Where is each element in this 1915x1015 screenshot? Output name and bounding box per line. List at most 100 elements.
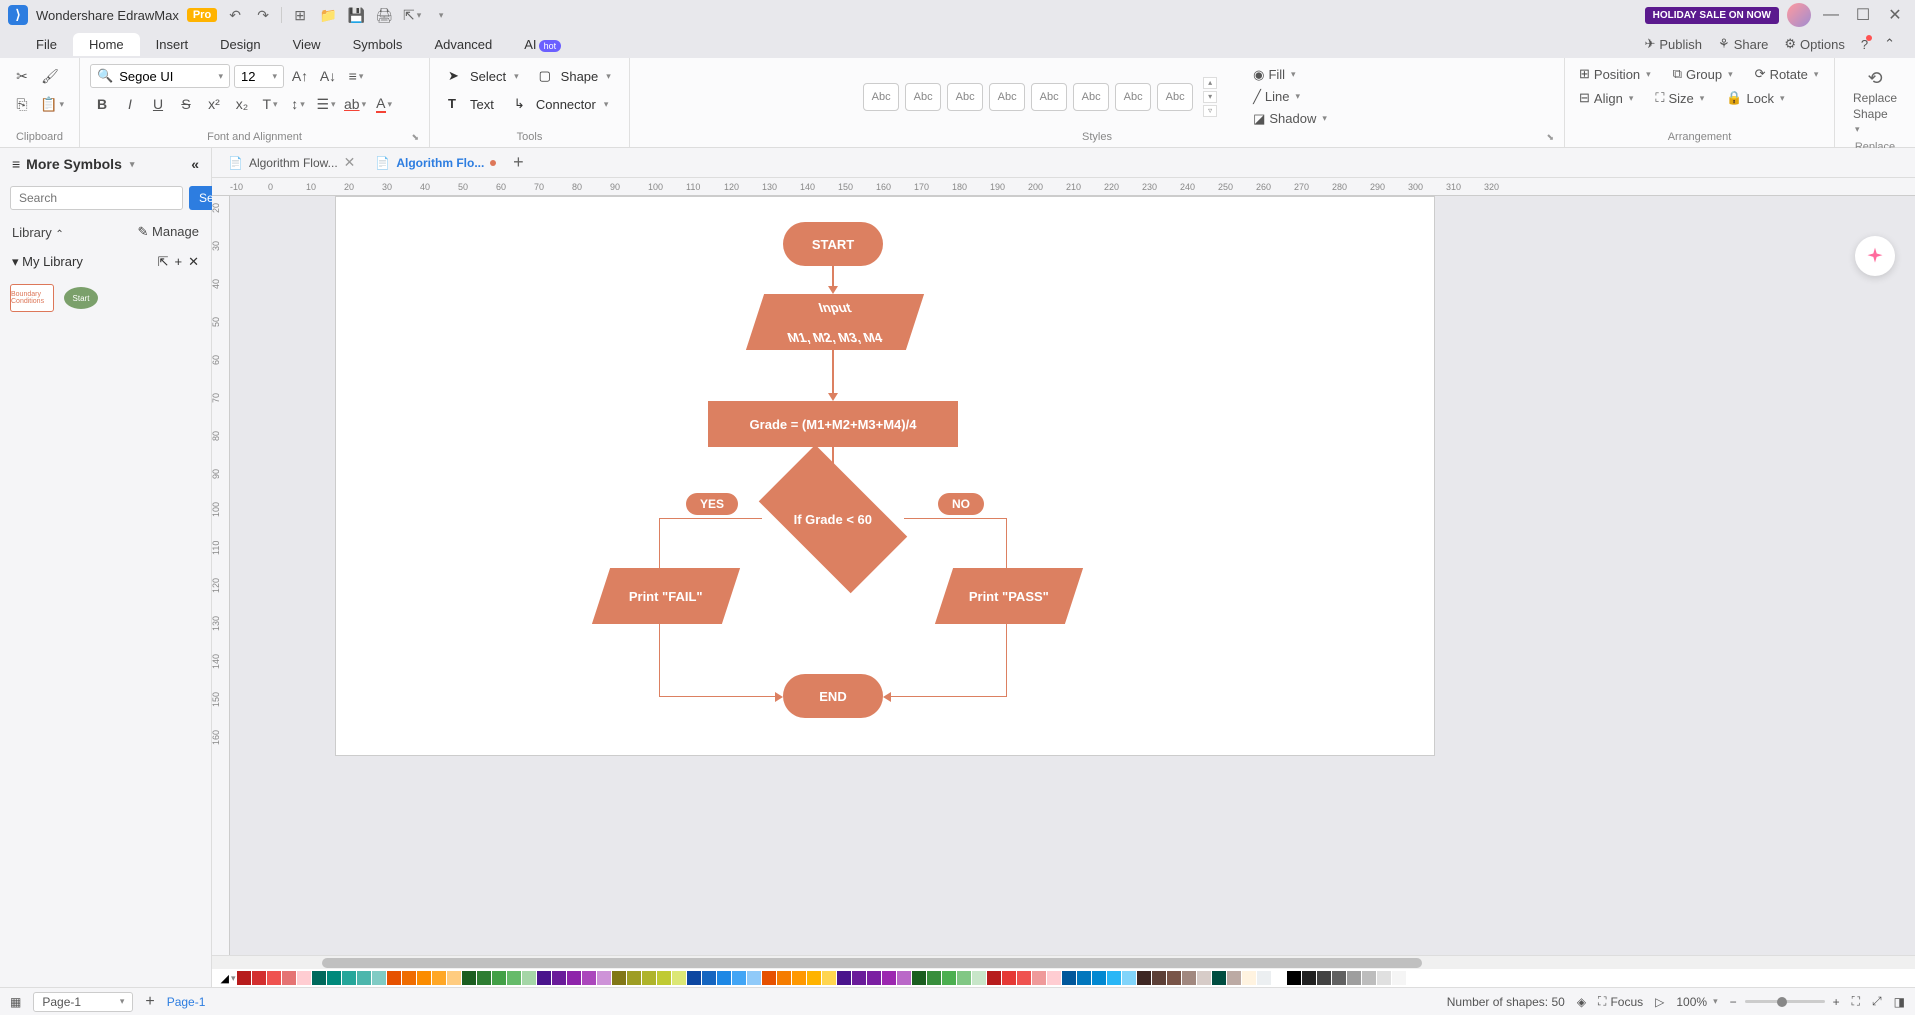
add-page-button[interactable]: + (145, 993, 154, 1011)
share-button[interactable]: ⚘Share (1718, 36, 1768, 52)
flowchart-decision[interactable]: If Grade < 60 (759, 445, 907, 593)
layers-button[interactable]: ◈ (1577, 995, 1586, 1009)
undo-button[interactable]: ↶ (225, 5, 245, 25)
style-swatch-7[interactable]: Abc (1115, 83, 1151, 111)
doc-tab-1[interactable]: 📄 Algorithm Flow... ✕ (218, 150, 365, 175)
style-swatch-4[interactable]: Abc (989, 83, 1025, 111)
color-swatch[interactable] (462, 971, 476, 985)
ai-assistant-bubble[interactable] (1855, 236, 1895, 276)
zoom-in-button[interactable]: + (1833, 995, 1840, 1009)
help-button[interactable]: ? (1861, 37, 1868, 52)
menu-view[interactable]: View (277, 33, 337, 56)
color-swatch[interactable] (597, 971, 611, 985)
connector-fail-v[interactable] (659, 624, 660, 697)
color-swatch[interactable] (252, 971, 266, 985)
color-swatch[interactable] (507, 971, 521, 985)
color-swatch[interactable] (1017, 971, 1031, 985)
color-swatch[interactable] (927, 971, 941, 985)
styles-scroll-up[interactable]: ▴ (1203, 77, 1217, 89)
color-swatch[interactable] (717, 971, 731, 985)
new-button[interactable]: ⊞ (290, 5, 310, 25)
color-swatch[interactable] (1257, 971, 1271, 985)
library-import-button[interactable]: ⇱ (158, 254, 169, 270)
horizontal-scrollbar[interactable] (212, 955, 1915, 969)
color-swatch[interactable] (387, 971, 401, 985)
menu-ai[interactable]: AIhot (508, 33, 577, 56)
connector-1[interactable] (832, 266, 834, 288)
text-tool[interactable]: TText (440, 92, 502, 116)
align-arrange-button[interactable]: ⊟Align▾ (1575, 88, 1637, 108)
color-swatch[interactable] (1272, 971, 1286, 985)
menu-symbols[interactable]: Symbols (337, 33, 419, 56)
color-swatch[interactable] (1002, 971, 1016, 985)
color-swatch[interactable] (1242, 971, 1256, 985)
menu-design[interactable]: Design (204, 33, 276, 56)
connector-yes-h[interactable] (659, 518, 762, 519)
color-swatch[interactable] (867, 971, 881, 985)
color-swatch[interactable] (1032, 971, 1046, 985)
line-spacing-button[interactable]: ↕▾ (286, 92, 310, 116)
color-swatch[interactable] (1062, 971, 1076, 985)
connector-pass-v[interactable] (1006, 624, 1007, 697)
color-swatch[interactable] (1347, 971, 1361, 985)
color-swatch[interactable] (1362, 971, 1376, 985)
select-tool[interactable]: ➤Select▾ (440, 64, 527, 88)
color-swatch[interactable] (492, 971, 506, 985)
color-swatch[interactable] (342, 971, 356, 985)
menu-advanced[interactable]: Advanced (418, 33, 508, 56)
color-swatch[interactable] (1137, 971, 1151, 985)
styles-expand[interactable]: ▿ (1203, 105, 1217, 117)
line-button[interactable]: ╱Line▾ (1249, 87, 1331, 107)
library-add-button[interactable]: + (175, 254, 183, 270)
style-swatch-2[interactable]: Abc (905, 83, 941, 111)
color-swatch[interactable] (402, 971, 416, 985)
color-swatch[interactable] (327, 971, 341, 985)
style-swatch-8[interactable]: Abc (1157, 83, 1193, 111)
holiday-sale-badge[interactable]: HOLIDAY SALE ON NOW (1645, 7, 1779, 24)
library-close-button[interactable]: ✕ (188, 254, 199, 270)
connector-tool[interactable]: ↳Connector▾ (506, 92, 617, 116)
flowchart-print-fail[interactable]: Print "FAIL" (592, 568, 740, 624)
fill-button[interactable]: ◉Fill▾ (1249, 65, 1331, 85)
color-swatch[interactable] (312, 971, 326, 985)
cut-button[interactable]: ✂ (10, 64, 34, 88)
page-link[interactable]: Page-1 (167, 995, 206, 1009)
replace-shape-button[interactable]: ⟲ Replace Shape ▾ (1845, 64, 1905, 139)
symbol-search-input[interactable] (10, 186, 183, 210)
maximize-button[interactable]: ☐ (1851, 3, 1875, 27)
color-swatch[interactable] (417, 971, 431, 985)
library-toggle[interactable]: Library ⌃ (12, 225, 64, 240)
flowchart-input[interactable]: InputM1, M2, M3, M4 (746, 294, 924, 350)
redo-button[interactable]: ↷ (253, 5, 273, 25)
color-swatch[interactable] (987, 971, 1001, 985)
flowchart-end[interactable]: END (783, 674, 883, 718)
collapse-ribbon-button[interactable]: ⌃ (1884, 36, 1895, 52)
panel-toggle-button[interactable]: ◨ (1894, 995, 1905, 1009)
paste-button[interactable]: 📋▾ (38, 92, 66, 116)
color-swatch[interactable] (1167, 971, 1181, 985)
color-swatch[interactable] (732, 971, 746, 985)
rotate-button[interactable]: ⟳Rotate▾ (1751, 64, 1823, 84)
shadow-button[interactable]: ◪Shadow▾ (1249, 109, 1331, 129)
open-button[interactable]: 📁 (318, 5, 338, 25)
color-swatch[interactable] (687, 971, 701, 985)
case-button[interactable]: T▾ (258, 92, 282, 116)
zoom-level[interactable]: 100%▾ (1676, 995, 1717, 1009)
lock-button[interactable]: 🔒Lock▾ (1722, 88, 1788, 108)
publish-button[interactable]: ✈Publish (1644, 36, 1702, 52)
fullscreen-button[interactable]: ⤢ (1872, 994, 1882, 1009)
color-swatch[interactable] (1287, 971, 1301, 985)
doc-tab-2[interactable]: 📄 Algorithm Flo... (365, 152, 506, 174)
color-swatch[interactable] (297, 971, 311, 985)
flowchart-start[interactable]: START (783, 222, 883, 266)
connector-2[interactable] (832, 350, 834, 395)
color-swatch[interactable] (1047, 971, 1061, 985)
decision-yes-label[interactable]: YES (686, 493, 738, 515)
color-swatch[interactable] (822, 971, 836, 985)
color-swatch[interactable] (612, 971, 626, 985)
italic-button[interactable]: I (118, 92, 142, 116)
font-color-button[interactable]: A▾ (372, 92, 396, 116)
font-group-expand[interactable]: ⬊ (411, 132, 419, 143)
color-swatch[interactable] (957, 971, 971, 985)
color-swatch[interactable] (1227, 971, 1241, 985)
